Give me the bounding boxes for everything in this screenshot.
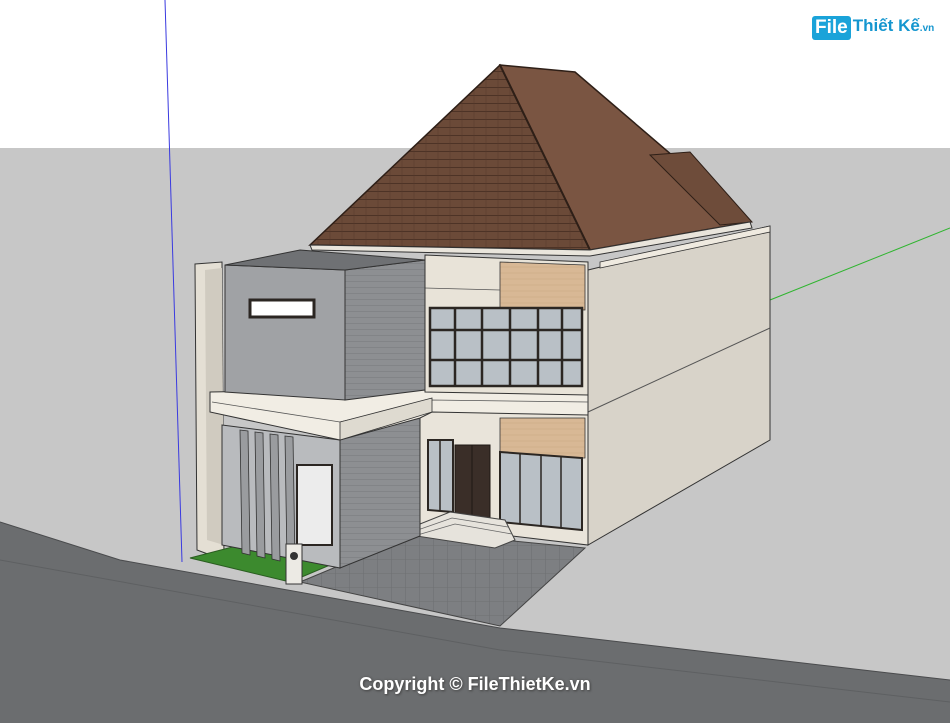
copyright-watermark: Copyright © FileThietKe.vn [359, 674, 591, 694]
house-model-render [0, 0, 950, 723]
logo-brand-text: Thiết Kế [852, 16, 920, 35]
mailbox-pillar [285, 543, 303, 585]
sketchup-viewport: File Thiết Kế.vn Copyright © FileThietKe… [0, 0, 950, 723]
logo-domain-text: .vn [919, 23, 935, 34]
logo-file-text: File [812, 15, 851, 40]
upper-window-grid [428, 306, 584, 388]
filethietke-logo: File Thiết Kế.vn [812, 14, 934, 41]
slot-window [248, 298, 316, 319]
upper-gray-box-front [224, 264, 346, 401]
wood-panel-upper [499, 261, 586, 311]
upper-gray-box-side [344, 259, 426, 401]
side-window [296, 464, 333, 546]
